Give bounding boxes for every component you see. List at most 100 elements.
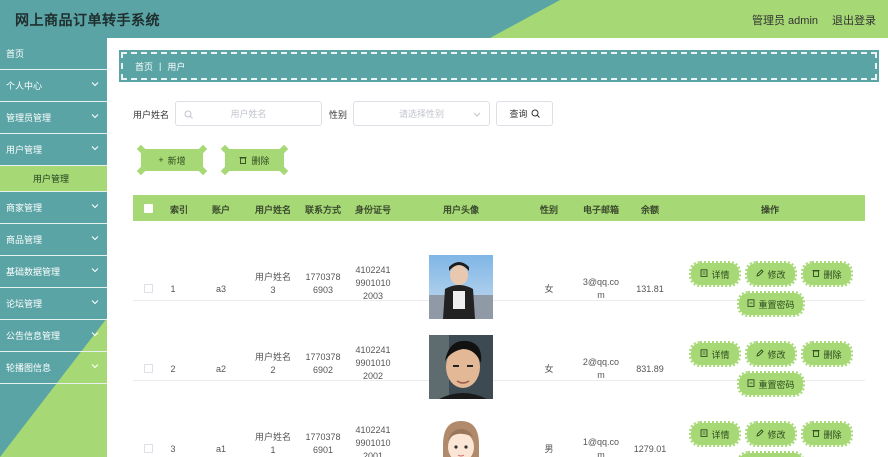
search-icon bbox=[531, 109, 540, 118]
search-bar: 用户姓名 用户姓名 性别 请选择性别 查询 bbox=[133, 101, 563, 126]
delete-button[interactable]: 删除 bbox=[801, 341, 853, 367]
sidebar-item[interactable]: 个人中心 bbox=[0, 70, 107, 102]
table-header: 索引 账户 用户姓名 联系方式 身份证号 用户头像 性别 电子邮箱 余额 操作 bbox=[133, 195, 865, 221]
row-user-name-line: 2 bbox=[270, 365, 276, 375]
col-balance: 余额 bbox=[640, 205, 659, 215]
row-id-number-line: 4102241 bbox=[355, 265, 391, 275]
row-id-number-line: 9901010 bbox=[355, 278, 391, 288]
table-body: 1 a3 用户姓名 3 1770378 6903 4102241 9901010 2003 女 3@… bbox=[133, 221, 865, 457]
delete-button[interactable]: 删除 bbox=[801, 261, 853, 287]
sidebar-item[interactable]: 商家管理 bbox=[0, 192, 107, 224]
sidebar-item[interactable]: 管理员管理 bbox=[0, 102, 107, 134]
chevron-down-icon bbox=[91, 298, 99, 306]
chevron-down-icon bbox=[91, 112, 99, 120]
col-name: 用户姓名 bbox=[254, 205, 291, 215]
detail-button-label: 详情 bbox=[711, 429, 730, 440]
add-button[interactable]: + 新增 bbox=[136, 144, 208, 176]
batch-delete-button[interactable]: 删除 bbox=[220, 144, 289, 176]
sidebar-item-label: 商品管理 bbox=[6, 235, 43, 245]
row-index: 2 bbox=[170, 364, 176, 374]
edit-button[interactable]: 修改 bbox=[745, 261, 797, 287]
select-all-checkbox[interactable] bbox=[144, 204, 153, 213]
row-checkbox[interactable] bbox=[144, 284, 153, 293]
sidebar-item[interactable]: 论坛管理 bbox=[0, 288, 107, 320]
logout-link[interactable]: 退出登录 bbox=[832, 12, 876, 28]
sidebar-item[interactable]: 公告信息管理 bbox=[0, 320, 107, 352]
gender-filter-label: 性别 bbox=[329, 110, 348, 120]
chevron-down-icon bbox=[91, 144, 99, 152]
add-button-label: 新增 bbox=[167, 155, 186, 166]
col-email: 电子邮箱 bbox=[582, 205, 619, 215]
row-id-number-line: 9901010 bbox=[355, 358, 391, 368]
row-phone-line: 6902 bbox=[312, 365, 334, 375]
pencil-icon bbox=[756, 349, 765, 359]
query-button[interactable]: 查询 bbox=[496, 101, 553, 126]
table-row: 2 a2 用户姓名 2 1770378 6902 4102241 9901010 2002 女 2@… bbox=[133, 301, 865, 399]
delete-button[interactable]: 删除 bbox=[801, 421, 853, 447]
edit-button[interactable]: 修改 bbox=[745, 421, 797, 447]
detail-button[interactable]: 详情 bbox=[689, 421, 741, 447]
sidebar-item-label: 论坛管理 bbox=[6, 299, 43, 309]
row-account: a3 bbox=[215, 284, 226, 294]
plus-icon: + bbox=[158, 155, 164, 165]
edit-button-label: 修改 bbox=[767, 349, 786, 360]
breadcrumb-current: 用户 bbox=[167, 61, 186, 72]
row-account: a1 bbox=[215, 444, 226, 454]
sidebar-item-label: 用户管理 bbox=[33, 174, 70, 184]
chevron-down-icon bbox=[91, 330, 99, 338]
row-id-number-line: 2001 bbox=[362, 451, 384, 457]
row-user-name-line: 1 bbox=[270, 445, 276, 455]
chevron-down-icon bbox=[473, 112, 481, 117]
row-user-name-line: 用户姓名 bbox=[254, 432, 291, 442]
sidebar-item-label: 首页 bbox=[6, 49, 25, 59]
sidebar-menu: 首页 个人中心 管理员管理 用户管理 用户管理 商家管理 商品管理 基础数据管理 论坛管理 公告信… bbox=[0, 38, 107, 384]
table-row: 1 a3 用户姓名 3 1770378 6903 4102241 9901010 2003 女 3@… bbox=[133, 221, 865, 319]
reset-button[interactable]: 重置密码 bbox=[737, 451, 805, 457]
sidebar-item[interactable]: 基础数据管理 bbox=[0, 256, 107, 288]
gender-select[interactable]: 请选择性别 bbox=[353, 101, 490, 126]
col-id-number: 身份证号 bbox=[354, 205, 391, 215]
detail-button[interactable]: 详情 bbox=[689, 341, 741, 367]
row-phone-line: 6901 bbox=[312, 445, 334, 455]
row-checkbox[interactable] bbox=[144, 364, 153, 373]
row-email: 2@qq.co m bbox=[579, 356, 623, 382]
row-user-name: 用户姓名 1 bbox=[250, 431, 296, 457]
row-checkbox[interactable] bbox=[144, 444, 153, 453]
sidebar-item[interactable]: 首页 bbox=[0, 38, 107, 70]
edit-button-label: 修改 bbox=[767, 269, 786, 280]
sidebar-subitem[interactable]: 用户管理 bbox=[0, 166, 107, 192]
row-gender: 女 bbox=[544, 364, 554, 374]
delete-button-label: 删除 bbox=[823, 269, 842, 280]
sidebar-item-label: 基础数据管理 bbox=[6, 267, 61, 277]
breadcrumb-home[interactable]: 首页 bbox=[135, 60, 153, 73]
name-search-input[interactable]: 用户姓名 bbox=[175, 101, 322, 126]
edit-button[interactable]: 修改 bbox=[745, 341, 797, 367]
row-user-name-line: 用户姓名 bbox=[254, 272, 291, 282]
sidebar: 首页 个人中心 管理员管理 用户管理 用户管理 商家管理 商品管理 基础数据管理 论坛管理 公告信… bbox=[0, 38, 107, 457]
chevron-down-icon bbox=[91, 202, 99, 210]
chevron-down-icon bbox=[91, 80, 99, 88]
chevron-down-icon bbox=[91, 362, 99, 370]
row-phone-line: 1770378 bbox=[305, 272, 341, 282]
sidebar-item[interactable]: 商品管理 bbox=[0, 224, 107, 256]
detail-button[interactable]: 详情 bbox=[689, 261, 741, 287]
query-button-label: 查询 bbox=[509, 109, 528, 119]
row-user-name: 用户姓名 3 bbox=[250, 271, 296, 297]
sidebar-item-label: 管理员管理 bbox=[6, 113, 52, 123]
col-avatar: 用户头像 bbox=[442, 205, 479, 215]
breadcrumb-separator: | bbox=[159, 61, 162, 71]
col-actions: 操作 bbox=[760, 205, 779, 215]
app-title: 网上商品订单转手系统 bbox=[15, 12, 160, 28]
sidebar-item[interactable]: 用户管理 bbox=[0, 134, 107, 166]
detail-button-label: 详情 bbox=[711, 349, 730, 360]
delete-button-label: 删除 bbox=[823, 429, 842, 440]
row-id-number-line: 4102241 bbox=[355, 425, 391, 435]
trash-icon bbox=[812, 349, 820, 359]
sidebar-item[interactable]: 轮播图信息 bbox=[0, 352, 107, 384]
col-index: 索引 bbox=[169, 205, 188, 215]
chevron-down-icon bbox=[91, 266, 99, 274]
batch-delete-label: 删除 bbox=[251, 155, 270, 166]
row-account: a2 bbox=[215, 364, 226, 374]
row-balance: 831.89 bbox=[636, 364, 664, 374]
user-avatar bbox=[429, 415, 493, 457]
